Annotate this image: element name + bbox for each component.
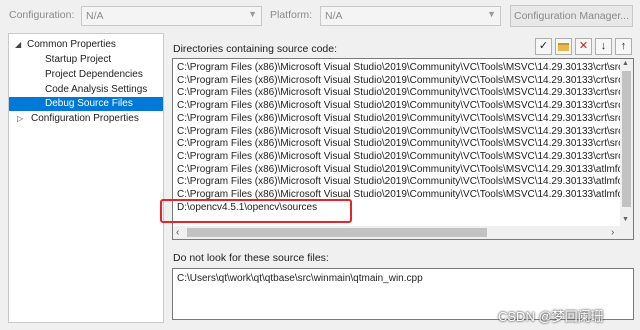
list-item[interactable]: C:\Program Files (x86)\Microsoft Visual …	[177, 75, 623, 88]
list-item[interactable]: C:\Program Files (x86)\Microsoft Visual …	[177, 138, 623, 151]
list-item[interactable]: C:\Program Files (x86)\Microsoft Visual …	[177, 164, 623, 177]
tree-item-configuration-properties[interactable]: ▷ Configuration Properties	[9, 112, 163, 126]
top-toolbar: Configuration: N/A ▼ Platform: N/A ▼ Con…	[0, 0, 640, 33]
configuration-label: Configuration:	[9, 9, 75, 21]
tree-item-label: Common Properties	[27, 39, 116, 50]
collapse-icon[interactable]: ◢	[15, 38, 21, 52]
delete-button[interactable]: ✕	[575, 38, 592, 55]
tree-item-label: Code Analysis Settings	[45, 84, 148, 95]
platform-label: Platform:	[270, 9, 313, 21]
horizontal-scrollbar[interactable]: ‹ ›	[173, 226, 621, 239]
configuration-value: N/A	[86, 10, 104, 22]
new-folder-icon	[558, 43, 569, 51]
list-item[interactable]: C:\Program Files (x86)\Microsoft Visual …	[177, 126, 623, 139]
horizontal-scroll-thumb[interactable]	[187, 228, 487, 237]
delete-icon: ✕	[578, 40, 589, 52]
tree-item-debug-source-files[interactable]: Debug Source Files	[9, 97, 163, 111]
highlight-annotation	[160, 199, 352, 223]
list-item[interactable]: C:\Program Files (x86)\Microsoft Visual …	[177, 113, 623, 126]
move-up-button[interactable]: ↑	[615, 38, 632, 55]
tree-item-common-properties[interactable]: ◢ Common Properties	[9, 38, 163, 52]
tree-item-label: Configuration Properties	[31, 113, 139, 124]
tree-item-label: Startup Project	[45, 54, 112, 65]
list-item[interactable]: C:\Users\qt\work\qt\qtbase\src\winmain\q…	[177, 273, 423, 284]
platform-value: N/A	[325, 10, 343, 22]
move-down-icon: ↓	[600, 40, 607, 52]
vertical-scrollbar[interactable]: ▲ ▼	[620, 59, 633, 227]
scroll-left-icon[interactable]: ‹	[176, 226, 179, 239]
configuration-manager-button[interactable]: Configuration Manager...	[510, 5, 633, 27]
list-item[interactable]: C:\Program Files (x86)\Microsoft Visual …	[177, 151, 623, 164]
scroll-corner	[620, 226, 633, 239]
scroll-right-icon[interactable]: ›	[611, 226, 614, 239]
move-up-icon: ↑	[620, 40, 627, 52]
check-button[interactable]: ✓	[535, 38, 552, 55]
exclude-files-label: Do not look for these source files:	[173, 252, 329, 264]
chevron-down-icon: ▼	[248, 9, 257, 19]
move-down-button[interactable]: ↓	[595, 38, 612, 55]
configuration-dropdown[interactable]: N/A ▼	[81, 6, 262, 26]
tree-item-label: Debug Source Files	[45, 98, 133, 109]
tree-item-project-dependencies[interactable]: Project Dependencies	[9, 68, 163, 82]
tree-item-startup-project[interactable]: Startup Project	[9, 53, 163, 67]
watermark: CSDN @梦回阑珊	[498, 309, 604, 324]
tree-item-code-analysis-settings[interactable]: Code Analysis Settings	[9, 83, 163, 97]
expand-icon[interactable]: ▷	[17, 112, 23, 126]
list-item[interactable]: C:\Program Files (x86)\Microsoft Visual …	[177, 87, 623, 100]
list-item[interactable]: C:\Program Files (x86)\Microsoft Visual …	[177, 62, 623, 75]
property-tree: ◢ Common Properties Startup Project Proj…	[8, 33, 164, 323]
list-item[interactable]: C:\Program Files (x86)\Microsoft Visual …	[177, 100, 623, 113]
chevron-down-icon: ▼	[487, 9, 496, 19]
new-folder-button[interactable]	[555, 38, 572, 55]
check-icon: ✓	[538, 40, 549, 52]
tree-item-label: Project Dependencies	[45, 69, 143, 80]
source-dirs-label: Directories containing source code:	[173, 43, 338, 55]
vertical-scroll-thumb[interactable]	[622, 71, 631, 207]
scroll-down-icon[interactable]: ▼	[622, 216, 629, 223]
platform-dropdown[interactable]: N/A ▼	[320, 6, 501, 26]
scroll-up-icon[interactable]: ▲	[622, 60, 629, 67]
list-item[interactable]: C:\Program Files (x86)\Microsoft Visual …	[177, 176, 623, 189]
